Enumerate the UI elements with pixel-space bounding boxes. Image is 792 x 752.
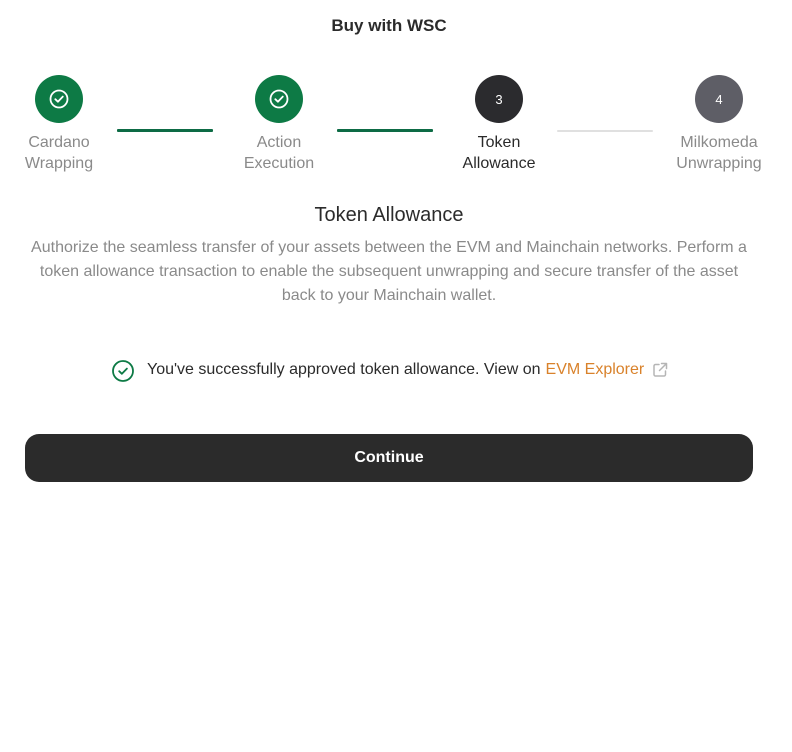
step-1-label-line1: Cardano [28, 134, 90, 151]
step-connector-2 [337, 129, 433, 132]
step-1-label-line2: Wrapping [24, 155, 94, 172]
step-3-label: Token Allowance [463, 132, 536, 174]
step-3-indicator: 3 [475, 75, 523, 123]
step-4-label-line2: Unwrapping [676, 155, 762, 172]
step-connector-3 [557, 130, 653, 132]
allowance-success-message: You've successfully approved token allow… [111, 357, 669, 383]
step-4-indicator: 4 [695, 75, 743, 123]
dialog-title: Buy with WSC [331, 16, 447, 35]
section-title: Token Allowance [314, 204, 464, 226]
check-circle-icon [112, 360, 134, 382]
step-4-number: 4 [715, 91, 723, 107]
step-3-label-line1: Token [477, 134, 521, 151]
step-token-allowance: 3 Token Allowance [429, 75, 569, 174]
check-circle-icon [49, 89, 69, 109]
check-circle-icon [269, 89, 289, 109]
external-link-icon[interactable] [651, 361, 669, 379]
evm-explorer-link[interactable]: EVM Explorer [546, 361, 645, 379]
step-4-label: Milkomeda Unwrapping [676, 132, 761, 174]
step-3-label-line2: Allowance [462, 155, 536, 172]
step-3-number: 3 [495, 91, 503, 107]
step-4-label-line1: Milkomeda [680, 134, 758, 151]
section-description: Authorize the seamless transfer of your … [31, 239, 747, 304]
step-cardano-wrapping: Cardano Wrapping [0, 75, 129, 174]
success-message-text: You've successfully approved token allow… [147, 361, 541, 378]
step-connector-1 [117, 129, 213, 132]
step-2-indicator [255, 75, 303, 123]
buy-with-wsc-dialog: Buy with WSC Cardano Wrapping Action Exe… [0, 0, 792, 752]
step-2-label: Action Execution [244, 132, 314, 174]
step-action-execution: Action Execution [209, 75, 349, 174]
step-2-label-line2: Execution [243, 155, 315, 172]
step-1-indicator [35, 75, 83, 123]
step-2-label-line1: Action [256, 134, 302, 151]
step-1-label: Cardano Wrapping [25, 132, 93, 174]
continue-button[interactable]: Continue [25, 434, 753, 482]
step-milkomeda-unwrapping: 4 Milkomeda Unwrapping [649, 75, 789, 174]
